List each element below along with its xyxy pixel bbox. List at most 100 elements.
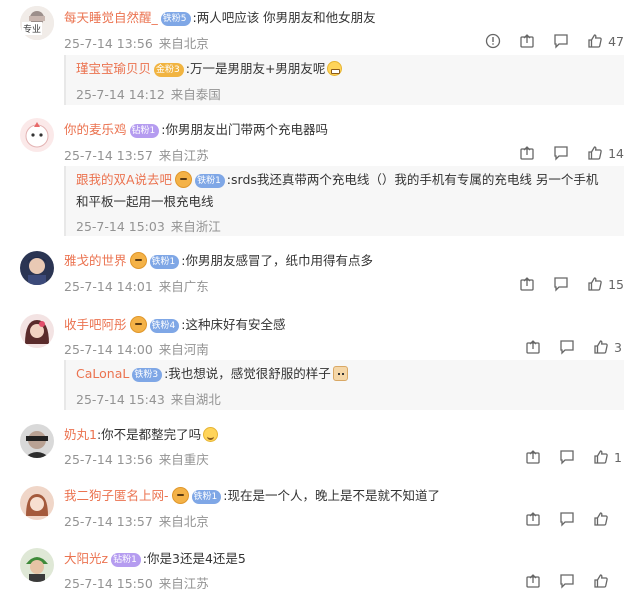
share-icon[interactable] <box>517 143 537 163</box>
comment-item: 收手吧阿彤 铁粉4:这种床好有安全感 25-7-14 14:00 来自河南 3 Ca… <box>0 308 640 418</box>
like-count: 3 <box>614 339 622 355</box>
fan-badge[interactable]: 铁粉1 <box>191 490 222 504</box>
like-icon[interactable] <box>591 509 611 529</box>
like-icon[interactable] <box>585 31 605 51</box>
fan-face-icon <box>129 316 147 333</box>
cat-emoji-icon <box>332 366 348 381</box>
like-count: 47 <box>608 33 624 49</box>
location: 来自泰国 <box>170 87 221 102</box>
reply-meta: 25-7-14 14:12 来自泰国 <box>76 84 221 103</box>
fan-badge[interactable]: 铁粉4 <box>149 319 180 333</box>
share-icon[interactable] <box>517 31 537 51</box>
comment-item: 大阳光z 钻粉1:你是3还是4还是5 25-7-14 15:50 来自江苏 <box>0 542 640 596</box>
username[interactable]: 跟我的双A说去吧 <box>76 172 172 187</box>
reply-header: 跟我的双A说去吧 铁粉1:srds我还真带两个充电线（）我的手机有专属的充电线 另… <box>76 171 598 189</box>
comment-item: 专业 每天睡觉自然醒_ 铁粉5:两人吧应该 你男朋友和他女朋友 25-7-14 1… <box>0 0 640 110</box>
reply-text: :万一是男朋友+男朋友呢 <box>185 61 326 76</box>
like-icon[interactable] <box>591 571 611 591</box>
username[interactable]: 我二狗子匿名上网- <box>64 488 169 503</box>
comment-icon[interactable] <box>551 31 571 51</box>
fan-badge[interactable]: 钻粉1 <box>129 124 160 138</box>
username[interactable]: 每天睡觉自然醒_ <box>64 10 158 25</box>
comment-header: 收手吧阿彤 铁粉4:这种床好有安全感 <box>64 316 285 334</box>
share-icon[interactable] <box>523 337 543 357</box>
comment-text: :你是3还是4还是5 <box>142 551 246 566</box>
fan-badge[interactable]: 铁粉1 <box>149 255 180 269</box>
fan-badge[interactable]: 金粉3 <box>154 63 184 77</box>
comment-icon[interactable] <box>557 447 577 467</box>
comment-icon[interactable] <box>557 337 577 357</box>
comment-actions <box>509 571 624 591</box>
fan-badge[interactable]: 铁粉3 <box>132 368 163 382</box>
comment-icon[interactable] <box>557 509 577 529</box>
like-icon[interactable] <box>591 337 611 357</box>
timestamp: 25-7-14 15:50 <box>64 576 153 591</box>
avatar[interactable] <box>20 548 54 582</box>
comment-header: 我二狗子匿名上网- 铁粉1:现在是一个人，晚上是不是就不知道了 <box>64 487 440 505</box>
timestamp: 25-7-14 13:57 <box>64 514 153 529</box>
reply-box: 瑾宝宝瑜贝贝 金粉3:万一是男朋友+男朋友呢 25-7-14 14:12 来自泰国 <box>64 55 624 105</box>
comment-actions: 47 <box>469 31 624 51</box>
avatar[interactable] <box>20 314 54 348</box>
timestamp: 25-7-14 15:03 <box>76 219 165 234</box>
comment-item: 雅戈的世界 铁粉1:你男朋友感冒了，纸巾用得有点多 25-7-14 14:01 来自… <box>0 245 640 305</box>
like-icon[interactable] <box>585 143 605 163</box>
timestamp: 25-7-14 13:56 <box>64 452 153 467</box>
like-icon[interactable] <box>591 447 611 467</box>
like-count: 14 <box>608 145 624 161</box>
username[interactable]: 大阳光z <box>64 551 108 566</box>
share-icon[interactable] <box>517 274 537 294</box>
share-icon[interactable] <box>523 447 543 467</box>
timestamp: 25-7-14 13:56 <box>64 36 153 51</box>
share-icon[interactable] <box>523 509 543 529</box>
location: 来自河南 <box>158 342 209 357</box>
username[interactable]: 收手吧阿彤 <box>64 317 127 332</box>
reply-text-line2: 和平板一起用一根充电线 <box>76 194 214 209</box>
timestamp: 25-7-14 14:01 <box>64 279 153 294</box>
username[interactable]: 雅戈的世界 <box>64 253 127 268</box>
location: 来自浙江 <box>170 219 221 234</box>
avatar[interactable] <box>20 486 54 520</box>
comment-meta: 25-7-14 13:56 来自重庆 <box>64 449 209 468</box>
comment-meta: 25-7-14 13:57 来自江苏 <box>64 145 209 164</box>
fan-face-icon <box>129 252 147 269</box>
comment-actions: 1 <box>509 447 624 467</box>
location: 来自江苏 <box>158 148 209 163</box>
comment-header: 大阳光z 钻粉1:你是3还是4还是5 <box>64 550 246 568</box>
comment-item: 你的麦乐鸡 钻粉1:你男朋友出门带两个充电器吗 25-7-14 13:57 来自江苏… <box>0 112 640 238</box>
comment-meta: 25-7-14 14:00 来自河南 <box>64 339 209 358</box>
comment-actions: 3 <box>509 337 624 357</box>
comment-actions: 14 <box>503 143 624 163</box>
comment-icon[interactable] <box>551 274 571 294</box>
comment-icon[interactable] <box>551 143 571 163</box>
username[interactable]: 你的麦乐鸡 <box>64 122 127 137</box>
location: 来自重庆 <box>158 452 209 467</box>
comment-meta: 25-7-14 13:57 来自北京 <box>64 511 209 530</box>
share-icon[interactable] <box>523 571 543 591</box>
avatar[interactable] <box>20 118 54 152</box>
avatar[interactable] <box>20 251 54 285</box>
username[interactable]: 瑾宝宝瑜贝贝 <box>76 61 151 76</box>
location: 来自广东 <box>158 279 209 294</box>
avatar[interactable] <box>20 424 54 458</box>
like-count: 1 <box>614 449 622 465</box>
reply-text: :我也想说，感觉很舒服的样子 <box>164 366 331 381</box>
fan-badge[interactable]: 铁粉5 <box>160 12 191 26</box>
reply-meta: 25-7-14 15:43 来自湖北 <box>76 389 221 408</box>
reply-box: CaLonaL 铁粉3:我也想说，感觉很舒服的样子 25-7-14 15:43 来自… <box>64 360 624 410</box>
location: 来自北京 <box>158 514 209 529</box>
report-icon[interactable] <box>483 31 503 51</box>
timestamp: 25-7-14 13:57 <box>64 148 153 163</box>
comment-meta: 25-7-14 13:56 来自北京 <box>64 33 209 52</box>
comment-text: :你男朋友感冒了，纸巾用得有点多 <box>181 253 373 268</box>
username[interactable]: CaLonaL <box>76 366 129 381</box>
location: 来自湖北 <box>170 392 221 407</box>
like-icon[interactable] <box>585 274 605 294</box>
reply-header: CaLonaL 铁粉3:我也想说，感觉很舒服的样子 <box>76 365 348 383</box>
comment-icon[interactable] <box>557 571 577 591</box>
fan-badge[interactable]: 钻粉1 <box>111 553 141 567</box>
username[interactable]: 奶丸1 <box>64 427 97 442</box>
comment-meta: 25-7-14 14:01 来自广东 <box>64 276 209 295</box>
fan-badge[interactable]: 铁粉1 <box>195 174 225 188</box>
comment-header: 雅戈的世界 铁粉1:你男朋友感冒了，纸巾用得有点多 <box>64 252 373 270</box>
